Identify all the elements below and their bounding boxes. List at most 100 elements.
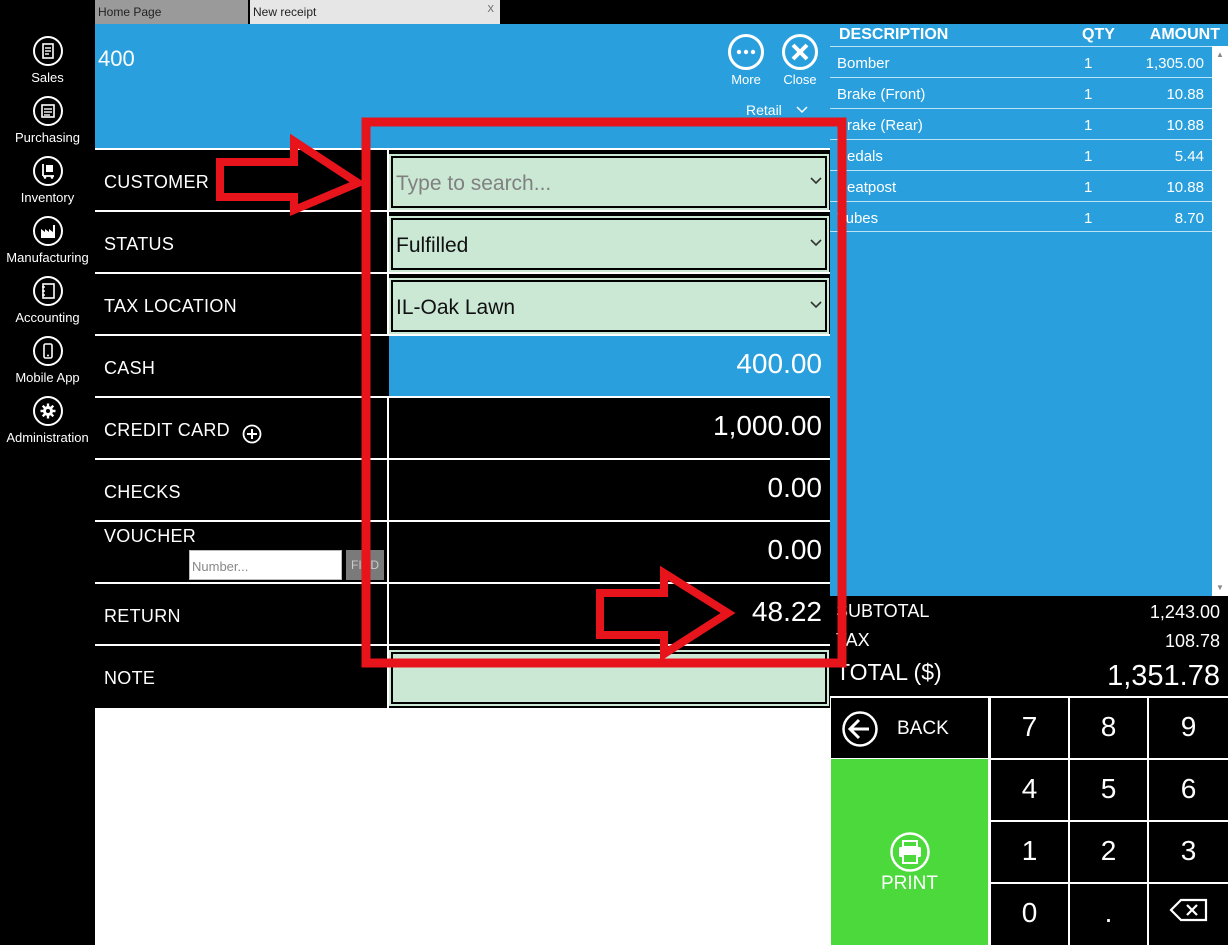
key-2[interactable]: 2 (1070, 822, 1147, 882)
print-button[interactable]: PRINT (831, 759, 988, 945)
chevron-down-icon (810, 177, 822, 185)
key-0[interactable]: 0 (991, 884, 1068, 945)
price-level-value: Retail (746, 102, 782, 118)
price-level-dropdown[interactable]: Retail (746, 102, 808, 118)
tab-home-page[interactable]: Home Page (95, 0, 248, 24)
sales-icon (33, 36, 63, 66)
customer-search-dropdown[interactable]: Type to search... (389, 154, 829, 210)
nav-purchasing[interactable]: Purchasing (0, 94, 95, 152)
print-label: PRINT (881, 873, 938, 894)
subtotal-value: 1,243.00 (1149, 602, 1220, 622)
item-description: Pedals (837, 148, 883, 165)
nav-label: Purchasing (14, 130, 81, 145)
nav-mobile-app[interactable]: Mobile App (0, 334, 95, 392)
voucher-label: VOUCHER (104, 526, 197, 546)
gear-icon (33, 396, 63, 426)
back-button[interactable]: BACK (831, 698, 988, 758)
tab-close-icon[interactable]: x (488, 0, 495, 15)
close-label: Close (783, 72, 817, 87)
tab-new-receipt[interactable]: New receipt x (250, 0, 500, 24)
find-voucher-button[interactable]: FIND (346, 550, 384, 580)
qty-header: QTY (1082, 26, 1115, 43)
key-decimal[interactable]: . (1070, 884, 1147, 945)
item-amount: 10.88 (1166, 117, 1204, 134)
item-amount: 8.70 (1174, 210, 1204, 227)
key-1[interactable]: 1 (991, 822, 1068, 882)
printer-icon (890, 832, 930, 872)
nav-inventory[interactable]: Inventory (0, 154, 95, 212)
item-amount: 1,305.00 (1145, 55, 1204, 72)
key-3[interactable]: 3 (1149, 822, 1228, 882)
item-qty: 1 (1084, 210, 1093, 227)
customer-row: CUSTOMER Type to search... (95, 148, 830, 212)
amount-header: AMOUNT (1149, 26, 1220, 43)
cash-row: CASH 400.00 (95, 334, 830, 398)
item-description: Bomber (837, 55, 890, 72)
receipt-items-panel: DESCRIPTION QTY AMOUNT Bomber 1 1,305.00… (830, 24, 1228, 596)
customer-label: CUSTOMER (104, 172, 210, 192)
return-value: 48.22 (751, 596, 822, 627)
nav-manufacturing[interactable]: Manufacturing (0, 214, 95, 272)
cash-label: CASH (104, 358, 156, 378)
voucher-row: VOUCHER Number... FIND 0.00 (95, 520, 830, 584)
chevron-down-icon (810, 301, 822, 309)
key-5[interactable]: 5 (1070, 760, 1147, 820)
scroll-down-icon[interactable]: ▼ (1216, 583, 1224, 592)
total-label: TOTAL ($) (836, 659, 942, 685)
chevron-down-icon (810, 239, 822, 247)
keypad: BACK PRINT 7 8 9 4 5 6 1 2 3 0 . (830, 696, 1228, 945)
voucher-number-input[interactable]: Number... (189, 550, 342, 580)
tax-location-row: TAX LOCATION IL-Oak Lawn (95, 272, 830, 336)
credit-card-value[interactable]: 1,000.00 (713, 410, 822, 442)
key-9[interactable]: 9 (1149, 698, 1228, 758)
item-description: Tubes (837, 210, 879, 227)
table-row[interactable]: Brake (Front) 1 10.88 (830, 77, 1212, 108)
key-8[interactable]: 8 (1070, 698, 1147, 758)
note-label: NOTE (104, 668, 156, 688)
table-row[interactable]: Brake (Rear) 1 10.88 (830, 108, 1212, 139)
return-row: RETURN 48.22 (95, 582, 830, 646)
inventory-icon (33, 156, 63, 186)
total-value: 1,351.78 (1107, 660, 1220, 692)
item-amount: 10.88 (1166, 86, 1204, 103)
page-title: 400 (98, 46, 135, 71)
note-row: NOTE (95, 644, 830, 708)
item-description: Brake (Front) (837, 86, 926, 103)
scroll-up-icon[interactable]: ▲ (1216, 50, 1224, 59)
nav-label: Sales (31, 70, 64, 85)
key-4[interactable]: 4 (991, 760, 1068, 820)
tax-location-value: IL-Oak Lawn (396, 296, 516, 319)
backspace-key[interactable] (1149, 884, 1228, 945)
table-row[interactable]: Pedals 1 5.44 (830, 139, 1212, 170)
checks-value[interactable]: 0.00 (768, 472, 823, 504)
status-dropdown[interactable]: Fulfilled (389, 216, 829, 272)
key-7[interactable]: 7 (991, 698, 1068, 758)
note-input[interactable] (389, 650, 829, 706)
key-6[interactable]: 6 (1149, 760, 1228, 820)
table-row[interactable]: Seatpost 1 10.88 (830, 170, 1212, 201)
table-row[interactable]: Tubes 1 8.70 (830, 201, 1212, 232)
more-button[interactable]: More (721, 34, 771, 100)
table-row[interactable]: Bomber 1 1,305.00 (830, 46, 1212, 77)
nav-accounting[interactable]: Accounting (0, 274, 95, 332)
divider (387, 584, 389, 646)
item-qty: 1 (1084, 179, 1093, 196)
tab-label: New receipt (253, 5, 317, 19)
scrollbar[interactable]: ▲ ▼ (1212, 46, 1228, 596)
nav-label: Mobile App (15, 370, 80, 385)
item-qty: 1 (1084, 117, 1093, 134)
divider (387, 646, 389, 708)
tax-location-label: TAX LOCATION (104, 296, 237, 316)
add-credit-card-icon[interactable] (242, 424, 262, 444)
subtotal-label: SUBTOTAL (836, 601, 930, 621)
status-label: STATUS (104, 234, 175, 254)
chevron-down-icon (796, 106, 808, 114)
credit-card-row: CREDIT CARD 1,000.00 (95, 396, 830, 460)
item-qty: 1 (1084, 55, 1093, 72)
tax-location-dropdown[interactable]: IL-Oak Lawn (389, 278, 829, 334)
tax-label: TAX (836, 630, 870, 650)
nav-sales[interactable]: Sales (0, 34, 95, 92)
nav-administration[interactable]: Administration (0, 394, 95, 452)
close-button[interactable]: Close (775, 34, 825, 100)
nav-label: Accounting (15, 310, 80, 325)
